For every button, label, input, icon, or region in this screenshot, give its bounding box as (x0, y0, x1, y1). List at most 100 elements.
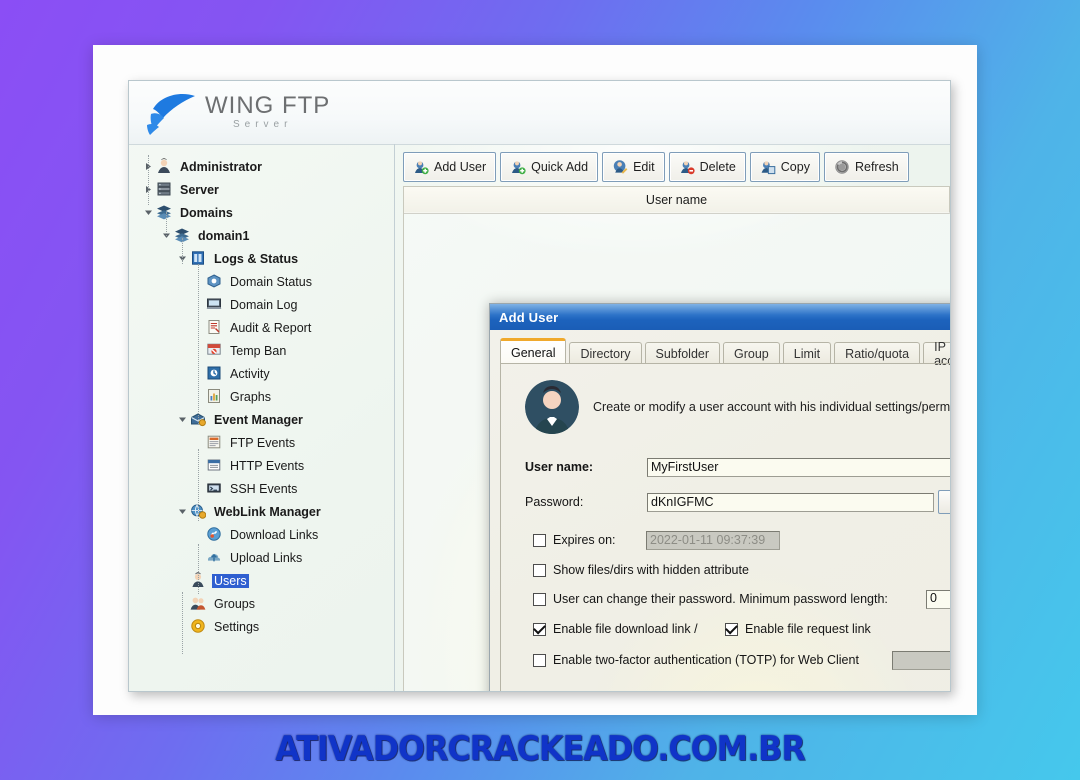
sidebar-item-label: Domain Log (230, 297, 298, 312)
totp-row: Enable two-factor authentication (TOTP) … (501, 649, 950, 671)
sidebar-item-audit-report[interactable]: Audit & Report (129, 316, 394, 339)
sidebar-item-weblink-manager[interactable]: WebLink Manager (129, 500, 394, 523)
tab-limit[interactable]: Limit (782, 342, 832, 364)
toolbar-button-label: Delete (699, 160, 736, 174)
sidebar-item-activity[interactable]: Activity (129, 362, 394, 385)
sidebar-item-logs-status[interactable]: Logs & Status (129, 247, 394, 270)
audit-report-icon (206, 319, 223, 336)
chevron-down-icon[interactable] (143, 207, 154, 218)
app-logo: WING FTP Server (143, 87, 330, 137)
navigation-tree[interactable]: Administrator Server Domains domain1 Logs & … (129, 144, 394, 654)
tree-connector (198, 544, 199, 594)
sidebar-item-label: Users (212, 573, 249, 588)
delete-button[interactable]: Delete (668, 152, 746, 182)
tree-connector (182, 238, 183, 264)
totp-secret-input[interactable] (892, 650, 950, 670)
request-link-label: Enable file request link (745, 622, 871, 636)
sidebar-item-label: Server (180, 182, 219, 197)
sidebar-item-domain1[interactable]: domain1 (129, 224, 394, 247)
tab-label: Ratio/quota (845, 346, 910, 361)
sidebar-item-server[interactable]: Server (129, 178, 394, 201)
sidebar-item-upload-links[interactable]: Upload Links (129, 546, 394, 569)
groups-icon (190, 597, 206, 610)
sidebar-item-ssh-events[interactable]: SSH Events (129, 477, 394, 500)
min-password-length-value: 0 (930, 590, 937, 605)
sidebar-item-groups[interactable]: Groups (129, 592, 394, 615)
change-password-label: User can change their password. Minimum … (553, 592, 888, 606)
temp-ban-icon (207, 343, 221, 355)
edit-button[interactable]: Edit (602, 152, 665, 182)
add-user-button[interactable]: Add User (403, 152, 497, 182)
tab-ip-access[interactable]: IP access (923, 340, 950, 368)
user-edit-icon (612, 159, 628, 175)
domain-status-icon (207, 274, 221, 288)
tab-general[interactable]: General (500, 338, 567, 364)
dialog-tab-strip[interactable]: General Directory Subfolder Group Limit Ratio… (500, 338, 950, 368)
totp-checkbox[interactable] (533, 653, 546, 667)
sidebar-item-domain-status[interactable]: Domain Status (129, 270, 394, 293)
upload-links-icon (206, 549, 223, 566)
min-password-length-input[interactable]: 0 (926, 589, 950, 609)
domain-log-icon (206, 296, 223, 313)
app-logo-title: WING FTP (205, 92, 331, 119)
tab-group[interactable]: Group (723, 342, 780, 364)
sidebar-item-event-manager[interactable]: Event Manager (129, 408, 394, 431)
sidebar-item-ftp-events[interactable]: FTP Events (129, 431, 394, 454)
activity-icon (207, 366, 221, 380)
temp-ban-icon (206, 342, 223, 359)
sidebar-item-domains[interactable]: Domains (129, 201, 394, 224)
user-quick-add-icon (512, 161, 526, 175)
sidebar-item-download-links[interactable]: Download Links (129, 523, 394, 546)
sidebar-item-label: Domains (180, 205, 233, 220)
sidebar-item-http-events[interactable]: HTTP Events (129, 454, 394, 477)
expires-datetime-input[interactable]: 2022-01-11 09:37:39 (646, 530, 780, 550)
user-quick-add-icon (510, 159, 526, 175)
tab-label: Group (734, 346, 769, 361)
domain-log-icon (206, 298, 222, 309)
hidden-attribute-row[interactable]: Show files/dirs with hidden attribute (501, 560, 950, 580)
generate-password-button[interactable] (938, 490, 950, 514)
password-label: Password: (525, 495, 584, 509)
quick-add-button[interactable]: Quick Add (500, 152, 599, 182)
sidebar-item-settings[interactable]: Settings (129, 615, 394, 638)
refresh-button[interactable]: Refresh (823, 152, 909, 182)
sidebar-item-users[interactable]: Users (129, 569, 394, 592)
hidden-attribute-checkbox[interactable] (533, 563, 546, 577)
navigation-sidebar[interactable]: Administrator Server Domains domain1 Logs & … (129, 144, 395, 691)
sidebar-item-domain-log[interactable]: Domain Log (129, 293, 394, 316)
expires-row: Expires on: 2022-01-11 09:37:39 (501, 530, 950, 550)
expires-label: Expires on: (553, 533, 616, 547)
refresh-icon (834, 159, 850, 175)
user-list-column-header: User name (403, 186, 950, 214)
chevron-down-icon[interactable] (177, 414, 188, 425)
sidebar-item-graphs[interactable]: Graphs (129, 385, 394, 408)
download-link-checkbox[interactable] (533, 622, 546, 636)
tab-directory[interactable]: Directory (569, 342, 642, 364)
sidebar-item-label: WebLink Manager (214, 504, 321, 519)
change-password-checkbox[interactable] (533, 592, 546, 606)
toolbar-button-label: Edit (633, 160, 655, 174)
sidebar-item-label: domain1 (198, 228, 250, 243)
sidebar-item-label: Download Links (230, 527, 319, 542)
expires-checkbox[interactable] (533, 533, 546, 547)
user-delete-icon (679, 159, 695, 175)
chevron-down-icon[interactable] (177, 506, 188, 517)
sidebar-item-temp-ban[interactable]: Temp Ban (129, 339, 394, 362)
users-toolbar[interactable]: Add User Quick Add Edit Delete Copy Refresh (403, 152, 950, 182)
sidebar-item-label: Logs & Status (214, 251, 299, 266)
toolbar-button-label: Copy (780, 160, 810, 174)
request-link-checkbox[interactable] (725, 622, 738, 636)
general-tab-panel: Create or modify a user account with his… (500, 363, 950, 691)
tab-subfolder[interactable]: Subfolder (644, 342, 721, 364)
password-input[interactable]: dKnIGFMC (647, 492, 934, 512)
sidebar-item-administrator[interactable]: Administrator (129, 155, 394, 178)
copy-button[interactable]: Copy (749, 152, 820, 182)
user-copy-icon (760, 159, 776, 175)
refresh-icon (835, 160, 849, 174)
ssh-events-icon (207, 483, 221, 493)
domains-icon (156, 204, 173, 221)
tab-ratio-quota[interactable]: Ratio/quota (834, 342, 921, 364)
username-input[interactable]: MyFirstUser (647, 457, 950, 477)
totp-label: Enable two-factor authentication (TOTP) … (553, 653, 859, 667)
